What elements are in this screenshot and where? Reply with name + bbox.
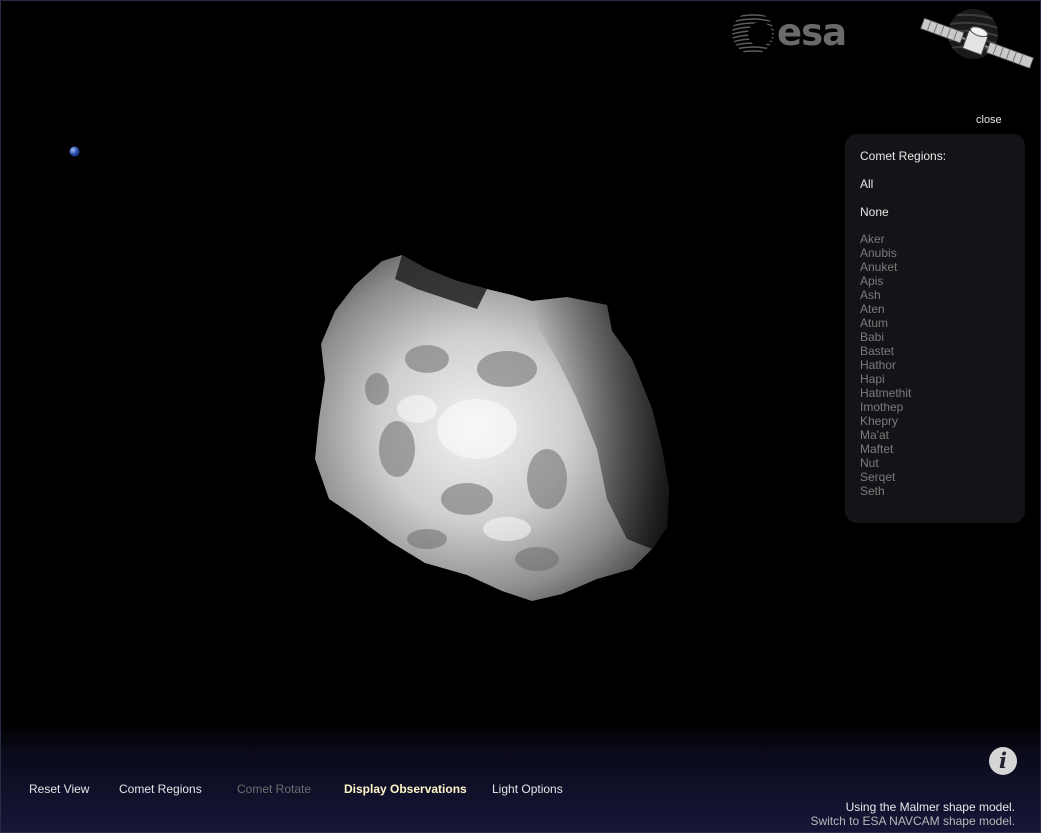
region-item[interactable]: Aten [860,302,1010,316]
esa-logo: esa [729,9,853,57]
info-icon[interactable]: i [989,747,1017,775]
region-item[interactable]: Babi [860,330,1010,344]
region-item[interactable]: Hatmethit [860,386,1010,400]
close-panel-link[interactable]: close [976,114,1002,126]
region-item[interactable]: Ma'at [860,428,1010,442]
select-no-regions[interactable]: None [860,204,1010,232]
shape-model-status: Using the Malmer shape model. [845,800,1015,814]
region-item[interactable]: Anubis [860,246,1010,260]
switch-shape-model-link[interactable]: Switch to ESA NAVCAM shape model. [810,814,1015,828]
light-options-button[interactable]: Light Options [492,782,563,796]
comet-67p-model[interactable] [307,249,677,609]
region-item[interactable]: Hathor [860,358,1010,372]
region-item[interactable]: Aker [860,232,1010,246]
comet-rotate-button: Comet Rotate [237,782,312,796]
region-item[interactable]: Seth [860,484,1010,498]
display-observations-button[interactable]: Display Observations [344,782,467,796]
region-item[interactable]: Maftet [860,442,1010,456]
region-item[interactable]: Ash [860,288,1010,302]
esa-globe-icon [732,12,774,54]
bottom-toolbar: Reset View Comet Regions Comet Rotate Di… [1,723,1040,832]
region-item[interactable]: Serqet [860,470,1010,484]
region-item[interactable]: Apis [860,274,1010,288]
select-all-regions[interactable]: All [860,176,1010,204]
region-item[interactable]: Bastet [860,344,1010,358]
region-item[interactable]: Atum [860,316,1010,330]
comet-regions-button[interactable]: Comet Regions [119,782,202,796]
region-item[interactable]: Nut [860,456,1010,470]
esa-wordmark: esa [777,11,847,54]
info-glyph: i [999,748,1007,773]
region-list: Aker Anubis Anuket Apis Ash Aten Atum Babi Baste… [860,232,1010,498]
region-item[interactable]: Anuket [860,260,1010,274]
sun-direction-marker-icon[interactable] [69,146,80,157]
comet-regions-panel: Comet Regions: All None Aker Anubis Anuket… [845,134,1025,523]
regions-panel-title: Comet Regions: [860,149,947,163]
rosetta-spacecraft-icon [920,9,1034,69]
region-item[interactable]: Imothep [860,400,1010,414]
region-item[interactable]: Khepry [860,414,1010,428]
reset-view-button[interactable]: Reset View [29,782,89,796]
3d-viewport[interactable]: esa close Comet Regions: All None Aker A… [1,1,1040,723]
region-item[interactable]: Hapi [860,372,1010,386]
